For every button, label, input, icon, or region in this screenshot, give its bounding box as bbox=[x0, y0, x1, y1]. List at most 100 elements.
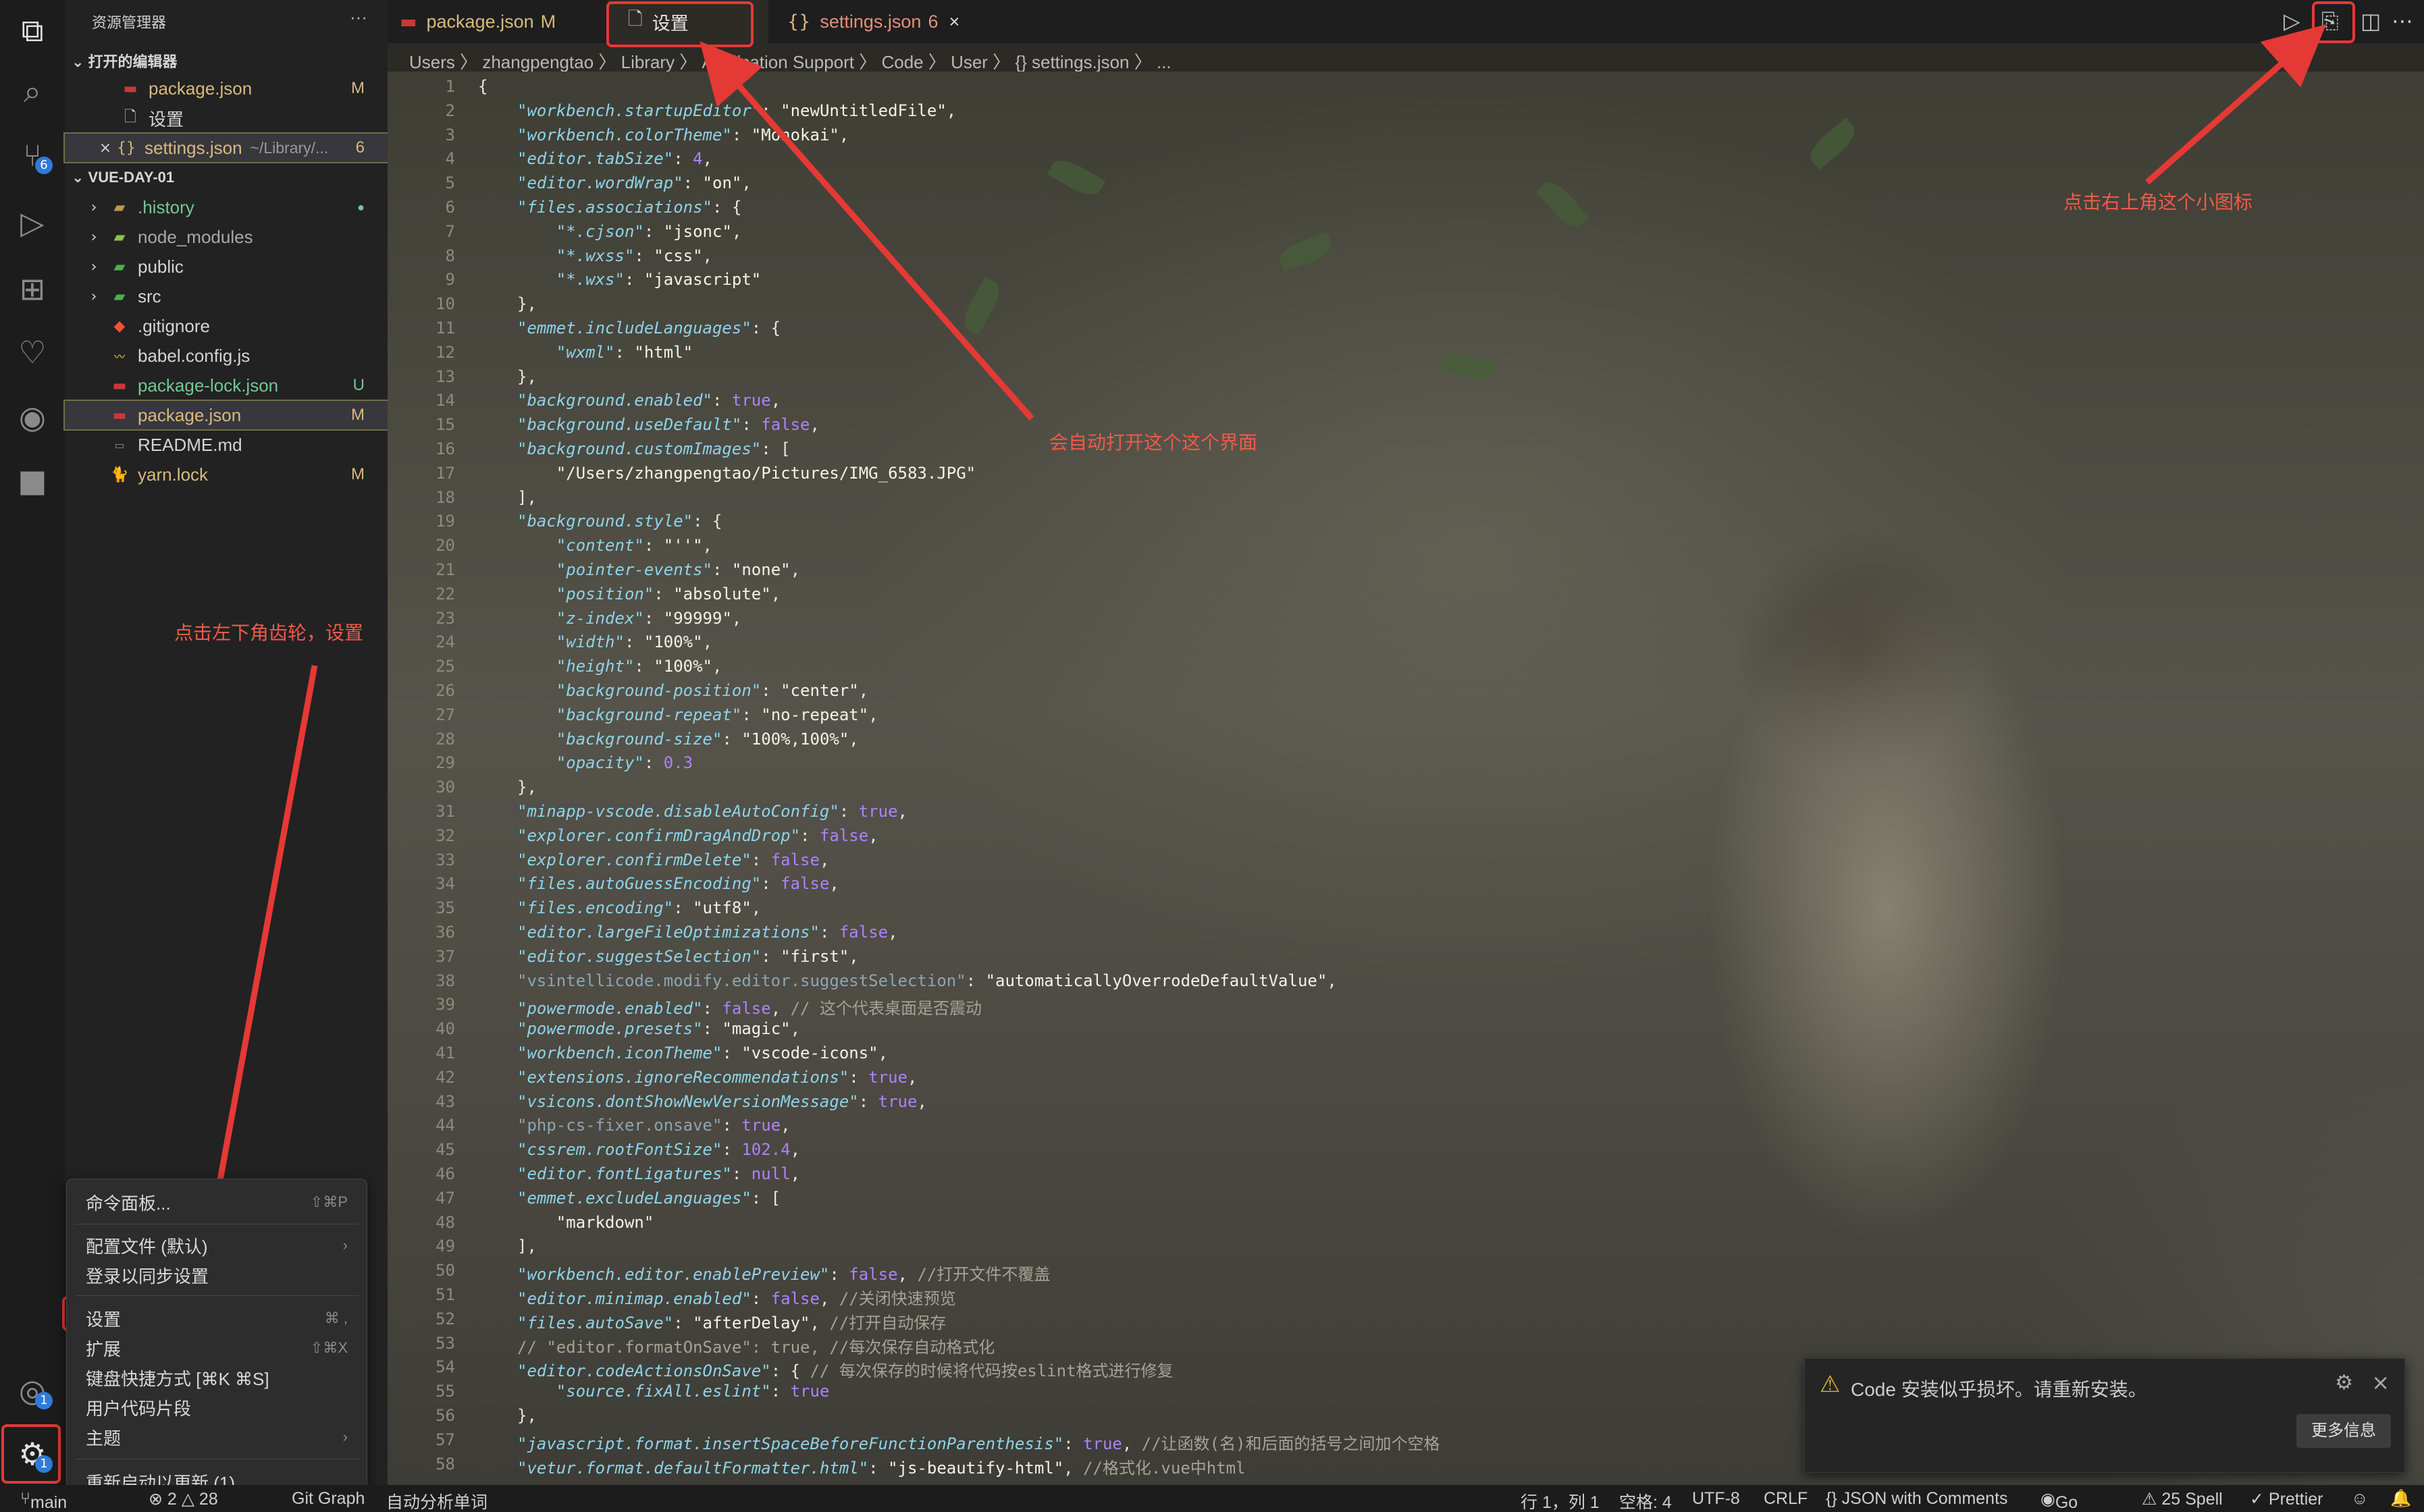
code-line: "workbench.editor.enablePreview": false,… bbox=[517, 1261, 1050, 1285]
tree-item-babel-config[interactable]: 〰 babel.config.js bbox=[65, 342, 388, 370]
code-token: : { bbox=[751, 319, 781, 338]
feedback-icon[interactable]: ☺ bbox=[2351, 1489, 2369, 1509]
branch-name: main bbox=[30, 1493, 68, 1512]
split-editor-icon[interactable]: ◫ bbox=[2361, 8, 2381, 34]
code-token: "z-index" bbox=[556, 608, 644, 628]
language-mode[interactable]: {} JSON with Comments bbox=[1826, 1489, 2008, 1509]
indentation[interactable]: 空格: 4 bbox=[1619, 1489, 1672, 1512]
code-line: "php-cs-fixer.onsave": true, bbox=[517, 1116, 791, 1135]
code-token: "files.autoGuessEncoding" bbox=[517, 874, 762, 894]
open-editor-settings-json[interactable]: × {} settings.json ~/Library/... 6 bbox=[63, 132, 389, 163]
spell-checker[interactable]: ⚠ 25 Spell bbox=[2142, 1489, 2223, 1509]
code-token: , bbox=[839, 125, 849, 144]
encoding[interactable]: UTF-8 bbox=[1692, 1489, 1740, 1509]
tree-item-yarn-lock[interactable]: 🐈 yarn.lock M bbox=[65, 460, 388, 489]
close-icon[interactable]: × bbox=[99, 140, 112, 157]
code-line: "workbench.startupEditor": "newUntitledF… bbox=[517, 101, 956, 120]
menu-item-user-snippets[interactable]: 用户代码片段 bbox=[86, 1394, 348, 1421]
tree-item-package-json[interactable]: ▬ package.json M bbox=[63, 400, 389, 431]
code-token: , bbox=[810, 1313, 830, 1332]
code-editor[interactable]: 1 {2 "workbench.startupEditor": "newUntitl… bbox=[388, 72, 2424, 1485]
explorer-icon[interactable]: ⧉ bbox=[12, 11, 53, 51]
spell-analysis[interactable]: 自动分析单词 bbox=[386, 1489, 488, 1512]
code-line: "*.wxss": "css", bbox=[517, 246, 712, 265]
heart-icon[interactable]: ♡ bbox=[12, 332, 53, 373]
code-token: : bbox=[800, 826, 820, 845]
line-number: 33 bbox=[436, 850, 455, 869]
branch-indicator[interactable]: ⑂ main bbox=[20, 1489, 67, 1512]
tree-item-public[interactable]: › ▰ public bbox=[65, 252, 388, 281]
problems-indicator[interactable]: ⊗ 2 △ 28 bbox=[149, 1489, 218, 1509]
mini-program-icon[interactable]: ◉ bbox=[12, 397, 53, 437]
tree-item-history[interactable]: › ▰ .history ● bbox=[65, 193, 388, 221]
run-debug-icon[interactable]: ▷ bbox=[12, 202, 53, 243]
code-token: : bbox=[614, 342, 635, 362]
menu-item-keyboard-shortcuts[interactable]: 键盘快捷方式 [⌘K ⌘S] bbox=[86, 1364, 348, 1391]
tree-item-readme[interactable]: ▭ README.md bbox=[65, 431, 388, 459]
code-token: true bbox=[858, 802, 898, 821]
code-token: : bbox=[722, 729, 742, 749]
code-token: "opacity" bbox=[556, 753, 644, 773]
more-actions-icon[interactable]: ··· bbox=[350, 7, 367, 28]
menu-item-settings[interactable]: 设置 ⌘ , bbox=[86, 1305, 348, 1332]
menu-item-extensions[interactable]: 扩展 ⇧⌘X bbox=[86, 1334, 348, 1361]
end-of-line[interactable]: CRLF bbox=[1764, 1489, 1808, 1509]
tree-item-package-lock[interactable]: ▬ package-lock.json U bbox=[65, 371, 388, 400]
tab-package-json[interactable]: ▬ package.json M bbox=[400, 0, 602, 43]
code-token: "first" bbox=[781, 946, 849, 966]
annotation-left: 点击左下角齿轮，设置 bbox=[174, 622, 364, 643]
code-token: "php-cs-fixer.onsave" bbox=[517, 1116, 722, 1135]
prettier-status[interactable]: ✓ Prettier bbox=[2250, 1489, 2323, 1509]
folder-header[interactable]: ⌄ VUE-DAY-01 bbox=[72, 169, 174, 186]
code-token: "100%,100%" bbox=[741, 729, 849, 749]
tree-item-src[interactable]: › ▰ src bbox=[65, 282, 388, 310]
code-token: "jsonc" bbox=[663, 221, 732, 241]
tab-settings-json[interactable]: {} settings.json 6 × bbox=[774, 0, 997, 43]
notification-settings-icon[interactable]: ⚙ bbox=[2335, 1371, 2353, 1395]
run-icon[interactable]: ▷ bbox=[2284, 8, 2300, 34]
menu-item-themes[interactable]: 主题 › bbox=[86, 1424, 348, 1451]
code-token: : bbox=[761, 874, 781, 894]
code-line: "emmet.includeLanguages": { bbox=[517, 319, 781, 338]
menu-item-profiles[interactable]: 配置文件 (默认) › bbox=[86, 1232, 348, 1259]
code-token: "editor.largeFileOptimizations" bbox=[517, 923, 820, 942]
open-editors-header[interactable]: ⌄ 打开的编辑器 bbox=[72, 50, 178, 72]
tab-close-icon[interactable]: × bbox=[949, 11, 959, 32]
code-token: "100%" bbox=[654, 657, 712, 676]
json-braces-icon: {} bbox=[117, 139, 136, 157]
extensions-icon[interactable]: ⊞ bbox=[12, 269, 53, 309]
line-number: 49 bbox=[436, 1237, 455, 1256]
line-number: 50 bbox=[436, 1261, 455, 1280]
tree-item-node-modules[interactable]: › ▰ node_modules bbox=[65, 223, 388, 251]
open-editor-package-json[interactable]: ▬ package.json M bbox=[65, 74, 388, 103]
notification-close-icon[interactable]: × bbox=[2371, 1370, 2390, 1395]
square-icon[interactable]: ■ bbox=[12, 460, 53, 501]
menu-item-command-palette[interactable]: 命令面板... ⇧⌘P bbox=[86, 1189, 348, 1216]
go-live-button[interactable]: ◉ Go Live bbox=[2040, 1489, 2078, 1512]
code-token: : bbox=[722, 1116, 742, 1135]
code-token: "automaticallyOverrodeDefaultValue" bbox=[985, 971, 1327, 990]
notifications-bell-icon[interactable]: 🔔 bbox=[2390, 1489, 2411, 1509]
menu-item-sync[interactable]: 登录以同步设置 bbox=[86, 1262, 348, 1289]
more-info-button[interactable]: 更多信息 bbox=[2296, 1414, 2391, 1448]
git-graph-button[interactable]: Git Graph bbox=[292, 1489, 365, 1509]
open-editor-settings-ui[interactable]: 🗋 设置 bbox=[65, 104, 388, 132]
line-number: 51 bbox=[436, 1285, 455, 1304]
code-token: "height" bbox=[556, 657, 635, 676]
line-number: 41 bbox=[436, 1044, 455, 1062]
search-icon[interactable]: ⌕ bbox=[12, 72, 53, 112]
code-line: "position": "absolute", bbox=[517, 585, 781, 603]
more-actions-icon[interactable]: ⋯ bbox=[2392, 8, 2413, 34]
source-control-icon[interactable]: ⑂ 6 bbox=[12, 135, 53, 176]
cursor-position[interactable]: 行 1，列 1 bbox=[1521, 1489, 1600, 1512]
code-token: , bbox=[751, 898, 762, 918]
code-token: "background.customImages" bbox=[517, 439, 762, 458]
activity-bar: ⧉ ⌕ ⑂ 6 ▷ ⊞ ♡ ◉ ■ ◎ 1 ⚙ 1 bbox=[0, 0, 65, 1485]
breadcrumb[interactable]: Users 〉 zhangpengtao 〉 Library 〉 Applica… bbox=[409, 49, 1171, 74]
tree-item-gitignore[interactable]: ◆ .gitignore bbox=[65, 312, 388, 340]
account-icon[interactable]: ◎ 1 bbox=[12, 1370, 53, 1411]
code-token: false bbox=[770, 850, 820, 869]
